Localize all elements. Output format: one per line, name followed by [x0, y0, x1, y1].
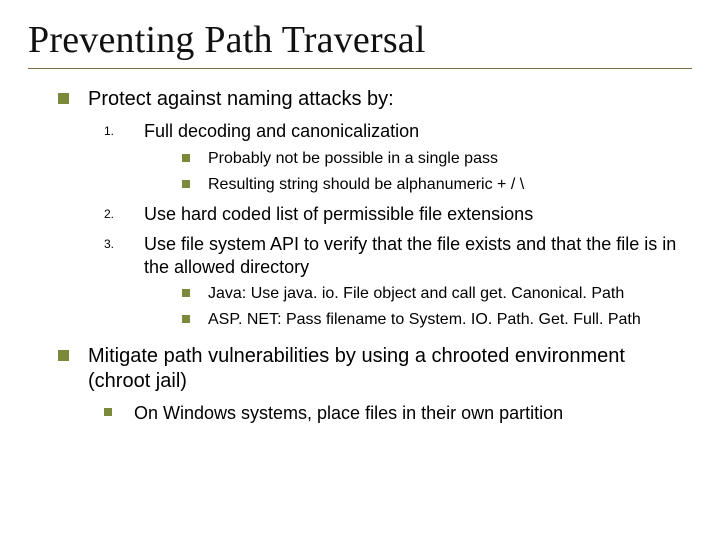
square-bullet-icon	[182, 289, 190, 297]
square-bullet-icon	[182, 180, 190, 188]
bullet-mitigate: Mitigate path vulnerabilities by using a…	[58, 344, 692, 394]
numbered-text: Full decoding and canonicalization	[144, 121, 419, 141]
slide-title: Preventing Path Traversal	[28, 18, 692, 62]
slide: Preventing Path Traversal Protect agains…	[0, 0, 720, 540]
square-bullet-icon	[58, 350, 69, 361]
bullet-protect: Protect against naming attacks by:	[58, 87, 692, 112]
bullet-text: Protect against naming attacks by:	[88, 88, 394, 110]
numbered-item-2: 2. Use hard coded list of permissible fi…	[104, 203, 692, 226]
sub-bullet: ASP. NET: Pass filename to System. IO. P…	[182, 310, 692, 330]
sub-bullet-text: ASP. NET: Pass filename to System. IO. P…	[208, 311, 641, 328]
sub-bullet-text: Probably not be possible in a single pas…	[208, 150, 498, 167]
square-bullet-icon	[104, 408, 112, 416]
sub-bullet-text: Resulting string should be alphanumeric …	[208, 176, 524, 193]
sub-bullet-text: On Windows systems, place files in their…	[134, 403, 563, 423]
sub-bullet: Resulting string should be alphanumeric …	[182, 175, 692, 195]
number-marker: 2.	[104, 207, 134, 222]
sub-bullet-windows: On Windows systems, place files in their…	[104, 402, 692, 425]
sub-bullet: Java: Use java. io. File object and call…	[182, 284, 692, 304]
number-marker: 3.	[104, 237, 134, 252]
numbered-item-1: 1. Full decoding and canonicalization	[104, 120, 692, 143]
square-bullet-icon	[182, 154, 190, 162]
numbered-item-3: 3. Use file system API to verify that th…	[104, 233, 692, 278]
numbered-text: Use file system API to verify that the f…	[144, 234, 676, 277]
slide-body: Protect against naming attacks by: 1. Fu…	[28, 87, 692, 425]
bullet-text: Mitigate path vulnerabilities by using a…	[88, 345, 625, 392]
numbered-text: Use hard coded list of permissible file …	[144, 204, 533, 224]
square-bullet-icon	[58, 93, 69, 104]
square-bullet-icon	[182, 315, 190, 323]
sub-bullet-text: Java: Use java. io. File object and call…	[208, 285, 624, 302]
title-rule	[28, 68, 692, 69]
number-marker: 1.	[104, 124, 134, 139]
sub-bullet: Probably not be possible in a single pas…	[182, 149, 692, 169]
